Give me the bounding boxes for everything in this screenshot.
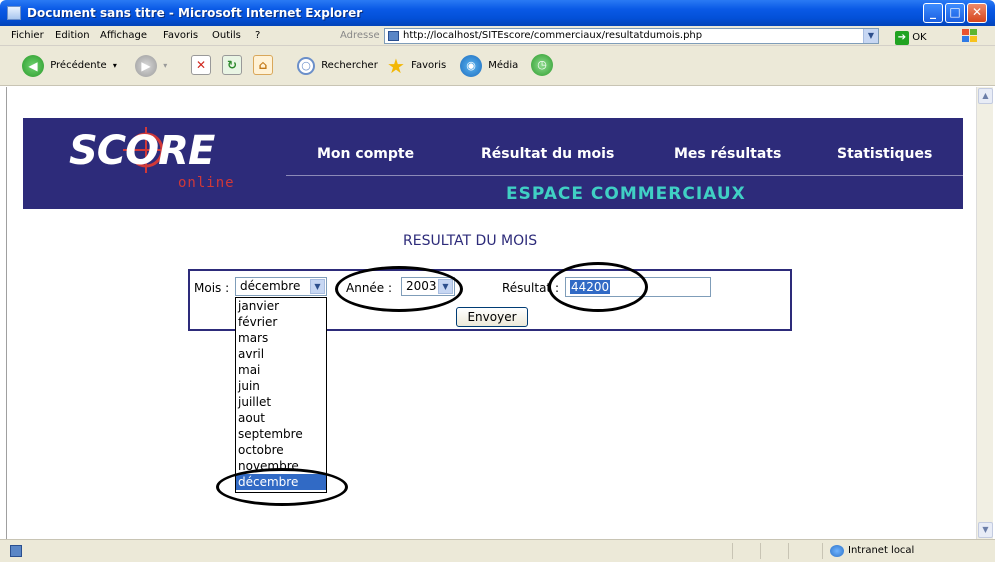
month-option[interactable]: octobre	[236, 442, 326, 458]
nav-resultat-du-mois[interactable]: Résultat du mois	[481, 146, 614, 162]
month-option[interactable]: janvier	[236, 298, 326, 314]
security-zone: Intranet local	[848, 545, 915, 556]
toolbar: ◀ Précédente ▾ ▶ ▾ ✕ ↻ ⌂ ○ Rechercher ★ …	[0, 46, 995, 86]
status-bar: Intranet local	[0, 539, 995, 562]
month-option[interactable]: mai	[236, 362, 326, 378]
chevron-down-icon[interactable]: ▼	[310, 279, 325, 294]
refresh-icon: ↻	[222, 55, 242, 75]
month-option[interactable]: novembre	[236, 458, 326, 474]
result-value: 44200	[570, 280, 611, 294]
windows-logo-icon	[962, 29, 978, 43]
address-value: http://localhost/SITEscore/commerciaux/r…	[403, 30, 703, 41]
back-dropdown-icon[interactable]: ▾	[113, 61, 117, 70]
home-button[interactable]: ⌂	[253, 54, 273, 78]
menu-edition[interactable]: Edition	[55, 26, 90, 46]
menu-affichage[interactable]: Affichage	[100, 26, 147, 46]
stop-button[interactable]: ✕	[191, 54, 211, 78]
intranet-icon	[830, 545, 844, 557]
window-title: Document sans titre - Microsoft Internet…	[27, 6, 363, 20]
site-logo[interactable]: SCORE	[69, 128, 215, 174]
nav-mon-compte[interactable]: Mon compte	[317, 146, 414, 162]
nav-mes-resultats[interactable]: Mes résultats	[674, 146, 781, 162]
refresh-button[interactable]: ↻	[222, 54, 242, 78]
page-title: RESULTAT DU MOIS	[403, 233, 538, 249]
title-bar: Document sans titre - Microsoft Internet…	[0, 0, 995, 26]
menu-fichier[interactable]: Fichier	[11, 26, 44, 46]
status-divider	[822, 543, 823, 559]
year-select[interactable]: 2003 ▼	[401, 277, 455, 296]
history-button[interactable]: ◷	[531, 54, 553, 78]
media-icon: ◉	[460, 55, 482, 77]
result-label: Résultat :	[502, 281, 559, 295]
status-divider	[760, 543, 761, 559]
back-button[interactable]: ◀ Précédente ▾	[22, 54, 117, 78]
month-option[interactable]: juillet	[236, 394, 326, 410]
forward-button[interactable]: ▶ ▾	[135, 54, 167, 78]
favorites-label: Favoris	[411, 60, 447, 71]
year-select-value: 2003	[406, 279, 437, 293]
minimize-button[interactable]: _	[923, 3, 943, 23]
search-icon: ○	[297, 57, 315, 75]
search-button[interactable]: ○ Rechercher	[297, 54, 378, 78]
month-option[interactable]: février	[236, 314, 326, 330]
submit-button[interactable]: Envoyer	[456, 307, 528, 327]
back-label: Précédente	[50, 60, 107, 71]
go-arrow-icon: ➔	[895, 31, 909, 45]
forward-arrow-icon: ▶	[135, 55, 157, 77]
close-button[interactable]: ✕	[967, 3, 987, 23]
go-label: OK	[912, 32, 927, 43]
chevron-down-icon[interactable]: ▼	[438, 279, 453, 294]
section-title: ESPACE COMMERCIAUX	[506, 184, 746, 204]
vertical-scrollbar[interactable]: ▲ ▼	[976, 87, 993, 539]
home-icon: ⌂	[253, 55, 273, 75]
menu-favoris[interactable]: Favoris	[163, 26, 198, 46]
nav-divider	[286, 175, 963, 176]
scroll-down-icon[interactable]: ▼	[978, 522, 993, 538]
media-button[interactable]: ◉ Média	[460, 54, 518, 78]
scroll-up-icon[interactable]: ▲	[978, 88, 993, 104]
month-option[interactable]: septembre	[236, 426, 326, 442]
back-arrow-icon: ◀	[22, 55, 44, 77]
media-label: Média	[488, 60, 519, 71]
menu-outils[interactable]: Outils	[212, 26, 241, 46]
month-option[interactable]: avril	[236, 346, 326, 362]
address-dropdown-icon[interactable]: ▼	[863, 29, 878, 43]
address-field[interactable]: http://localhost/SITEscore/commerciaux/r…	[384, 28, 879, 44]
month-option[interactable]: aout	[236, 410, 326, 426]
address-label: Adresse	[340, 30, 380, 41]
result-input[interactable]: 44200	[565, 277, 711, 297]
month-select-value: décembre	[240, 279, 301, 293]
menu-help[interactable]: ?	[255, 26, 260, 46]
status-divider	[732, 543, 733, 559]
month-option[interactable]: juin	[236, 378, 326, 394]
search-label: Rechercher	[321, 60, 378, 71]
menu-bar: Fichier Edition Affichage Favoris Outils…	[0, 26, 995, 46]
favorites-button[interactable]: ★ Favoris	[387, 54, 446, 78]
page-status-icon	[10, 545, 22, 557]
page-icon	[388, 31, 399, 41]
stop-icon: ✕	[191, 55, 211, 75]
history-icon: ◷	[531, 54, 553, 76]
site-banner: SCORE online Mon compte Résultat du mois…	[23, 118, 963, 209]
status-divider	[788, 543, 789, 559]
month-label: Mois :	[194, 281, 230, 295]
logo-subtitle: online	[178, 175, 235, 191]
forward-dropdown-icon[interactable]: ▾	[163, 61, 167, 70]
month-option[interactable]: décembre	[236, 474, 326, 490]
maximize-button[interactable]: □	[945, 3, 965, 23]
month-select[interactable]: décembre ▼	[235, 277, 327, 296]
ie-page-icon	[7, 6, 21, 20]
star-icon: ★	[387, 54, 405, 78]
month-dropdown-list[interactable]: janvier février mars avril mai juin juillet aou…	[235, 297, 327, 493]
nav-statistiques[interactable]: Statistiques	[837, 146, 932, 162]
year-label: Année :	[346, 281, 393, 295]
month-option[interactable]: mars	[236, 330, 326, 346]
